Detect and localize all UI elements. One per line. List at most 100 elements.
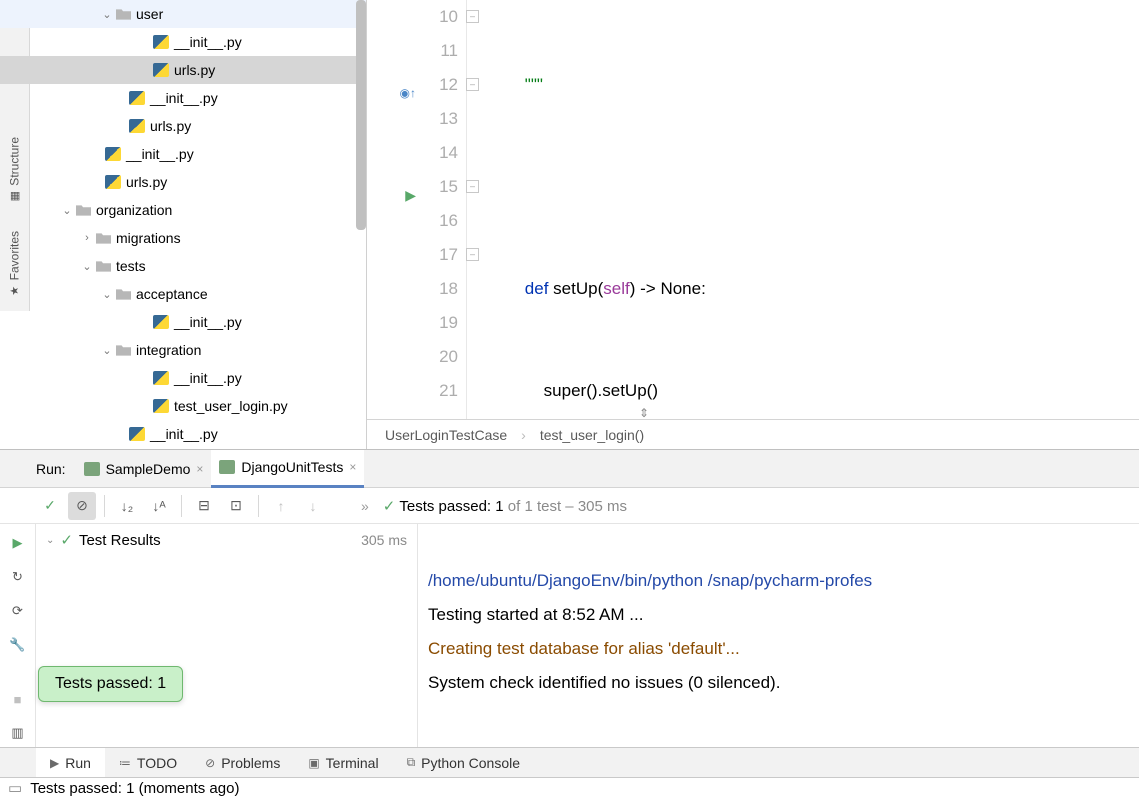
line-number: ◉↑12	[367, 68, 458, 102]
tree-file[interactable]: __init__.py	[0, 420, 366, 448]
tree-label: __init__.py	[150, 90, 218, 106]
tree-label: integration	[136, 342, 201, 358]
tests-passed-toast: Tests passed: 1	[38, 666, 183, 702]
python-file-icon	[128, 118, 146, 134]
run-icon[interactable]: ▶	[4, 529, 32, 557]
tree-file[interactable]: urls.py	[0, 112, 366, 140]
source-area[interactable]: """ def setUp(self) -> None: super().set…	[467, 0, 860, 419]
gutter[interactable]: 10 11 ◉↑12 13 14 ▶15 16 17 18 19 20 21	[367, 0, 467, 419]
console-line: /home/ubuntu/DjangoEnv/bin/python /snap/…	[428, 571, 872, 590]
console-output[interactable]: /home/ubuntu/DjangoEnv/bin/python /snap/…	[418, 524, 1139, 747]
sort-icon[interactable]: ↓₂	[113, 492, 141, 520]
tree-folder[interactable]: ⌄ organization	[0, 196, 366, 224]
line-number: 20	[367, 340, 458, 374]
project-tree[interactable]: ⌄ user __init__.py urls.py __init__.py ur…	[0, 0, 367, 449]
close-icon[interactable]: ×	[196, 462, 203, 476]
sort-alpha-icon[interactable]: ↓ᴬ	[145, 492, 173, 520]
tree-folder[interactable]: ⌄acceptance	[0, 280, 366, 308]
folder-icon	[94, 230, 112, 246]
down-icon[interactable]: ↓	[299, 492, 327, 520]
disabled-icon[interactable]: ⊘	[68, 492, 96, 520]
rerun-icon[interactable]: ↻	[4, 563, 32, 591]
folder-icon	[114, 6, 132, 22]
tree-file[interactable]: __init__.py	[0, 28, 366, 56]
layout-icon[interactable]: ▥	[4, 719, 32, 747]
run-panel: Run: SampleDemo× DjangoUnitTests× ✓ ⊘ ↓₂…	[0, 449, 1139, 747]
tree-label: tests	[116, 258, 146, 274]
tree-label: user	[136, 6, 163, 22]
collapse-icon[interactable]: ⊡	[222, 492, 250, 520]
folder-icon	[74, 202, 92, 218]
more-icon[interactable]: »	[361, 498, 369, 514]
code-editor[interactable]: 10 11 ◉↑12 13 14 ▶15 16 17 18 19 20 21 –…	[367, 0, 1139, 449]
test-duration: 305 ms	[361, 532, 407, 548]
chevron-down-icon[interactable]: ⌄	[100, 344, 114, 357]
tree-label: organization	[96, 202, 172, 218]
tree-file[interactable]: __init__.py	[0, 308, 366, 336]
list-icon: ≔	[119, 756, 131, 770]
tree-file[interactable]: urls.py	[0, 168, 366, 196]
separator	[181, 495, 182, 517]
code-line: """	[487, 75, 543, 94]
line-number: 10	[367, 0, 458, 34]
tree-label: __init__.py	[150, 426, 218, 442]
run-label: Run:	[36, 461, 66, 477]
folder-icon	[94, 258, 112, 274]
chevron-right-icon[interactable]: ›	[80, 232, 94, 244]
tree-file[interactable]: test_user_login.py	[0, 392, 366, 420]
breadcrumb-item[interactable]: UserLoginTestCase	[385, 427, 507, 443]
chevron-down-icon[interactable]: ⌄	[100, 8, 114, 21]
tab-terminal[interactable]: ▣Terminal	[294, 748, 392, 778]
code-line: def setUp(self) -> None:	[487, 272, 860, 306]
python-file-icon	[152, 314, 170, 330]
tree-folder[interactable]: ⌄ integration	[0, 336, 366, 364]
tree-label: __init__.py	[174, 34, 242, 50]
chevron-right-icon: ›	[521, 427, 526, 443]
tree-label: urls.py	[150, 118, 191, 134]
chevron-down-icon[interactable]: ⌄	[80, 260, 94, 273]
status-text: Tests passed: 1 (moments ago)	[30, 780, 239, 797]
folder-icon	[114, 342, 132, 358]
tree-folder-user[interactable]: ⌄ user	[0, 0, 366, 28]
run-tab-bar: Run: SampleDemo× DjangoUnitTests×	[0, 450, 1139, 488]
run-tab[interactable]: SampleDemo×	[76, 450, 212, 488]
up-icon[interactable]: ↑	[267, 492, 295, 520]
run-tab-active[interactable]: DjangoUnitTests×	[211, 450, 364, 488]
tree-label: test_user_login.py	[174, 398, 288, 414]
tab-todo[interactable]: ≔TODO	[105, 748, 191, 778]
tree-folder[interactable]: ›migrations	[0, 224, 366, 252]
chevron-down-icon[interactable]: ⌄	[46, 535, 54, 546]
line-number: 17	[367, 238, 458, 272]
chevron-down-icon[interactable]: ⌄	[60, 204, 74, 217]
breadcrumb-item[interactable]: test_user_login()	[540, 427, 644, 443]
python-file-icon	[152, 62, 170, 78]
check-icon[interactable]: ✓	[36, 492, 64, 520]
chevron-down-icon[interactable]: ⌄	[100, 288, 114, 301]
status-bar: ▭ Tests passed: 1 (moments ago)	[0, 777, 1139, 798]
tree-file[interactable]: __init__.py	[0, 364, 366, 392]
breadcrumb[interactable]: ⇕ UserLoginTestCase › test_user_login()	[367, 419, 1139, 449]
test-results-root[interactable]: ⌄✓Test Results 305 ms	[36, 524, 417, 556]
tree-file[interactable]: __init__.py	[0, 140, 366, 168]
tab-python-console[interactable]: ⧉Python Console	[393, 748, 534, 778]
tab-run[interactable]: ▶Run	[36, 748, 105, 778]
wrench-icon[interactable]: 🔧	[4, 631, 32, 659]
tree-file-selected[interactable]: urls.py	[0, 56, 366, 84]
python-file-icon	[152, 370, 170, 386]
run-config-icon	[84, 462, 100, 476]
warning-icon: ⊘	[205, 756, 215, 770]
bottom-tool-tabs: ▶Run ≔TODO ⊘Problems ▣Terminal ⧉Python C…	[0, 747, 1139, 777]
tab-problems[interactable]: ⊘Problems	[191, 748, 294, 778]
folder-icon	[114, 286, 132, 302]
run-icon: ▶	[50, 756, 59, 770]
expand-icon[interactable]: ⊟	[190, 492, 218, 520]
toggle-icon[interactable]: ⟳	[4, 597, 32, 625]
stop-icon[interactable]: ■	[4, 685, 32, 713]
python-file-icon	[104, 146, 122, 162]
split-handle-icon[interactable]: ⇕	[639, 406, 649, 420]
test-tree[interactable]: ⌄✓Test Results 305 ms	[36, 524, 418, 747]
tree-file[interactable]: __init__.py	[0, 84, 366, 112]
console-line: Testing started at 8:52 AM ...	[428, 605, 643, 624]
tree-folder[interactable]: ⌄ tests	[0, 252, 366, 280]
close-icon[interactable]: ×	[349, 460, 356, 474]
